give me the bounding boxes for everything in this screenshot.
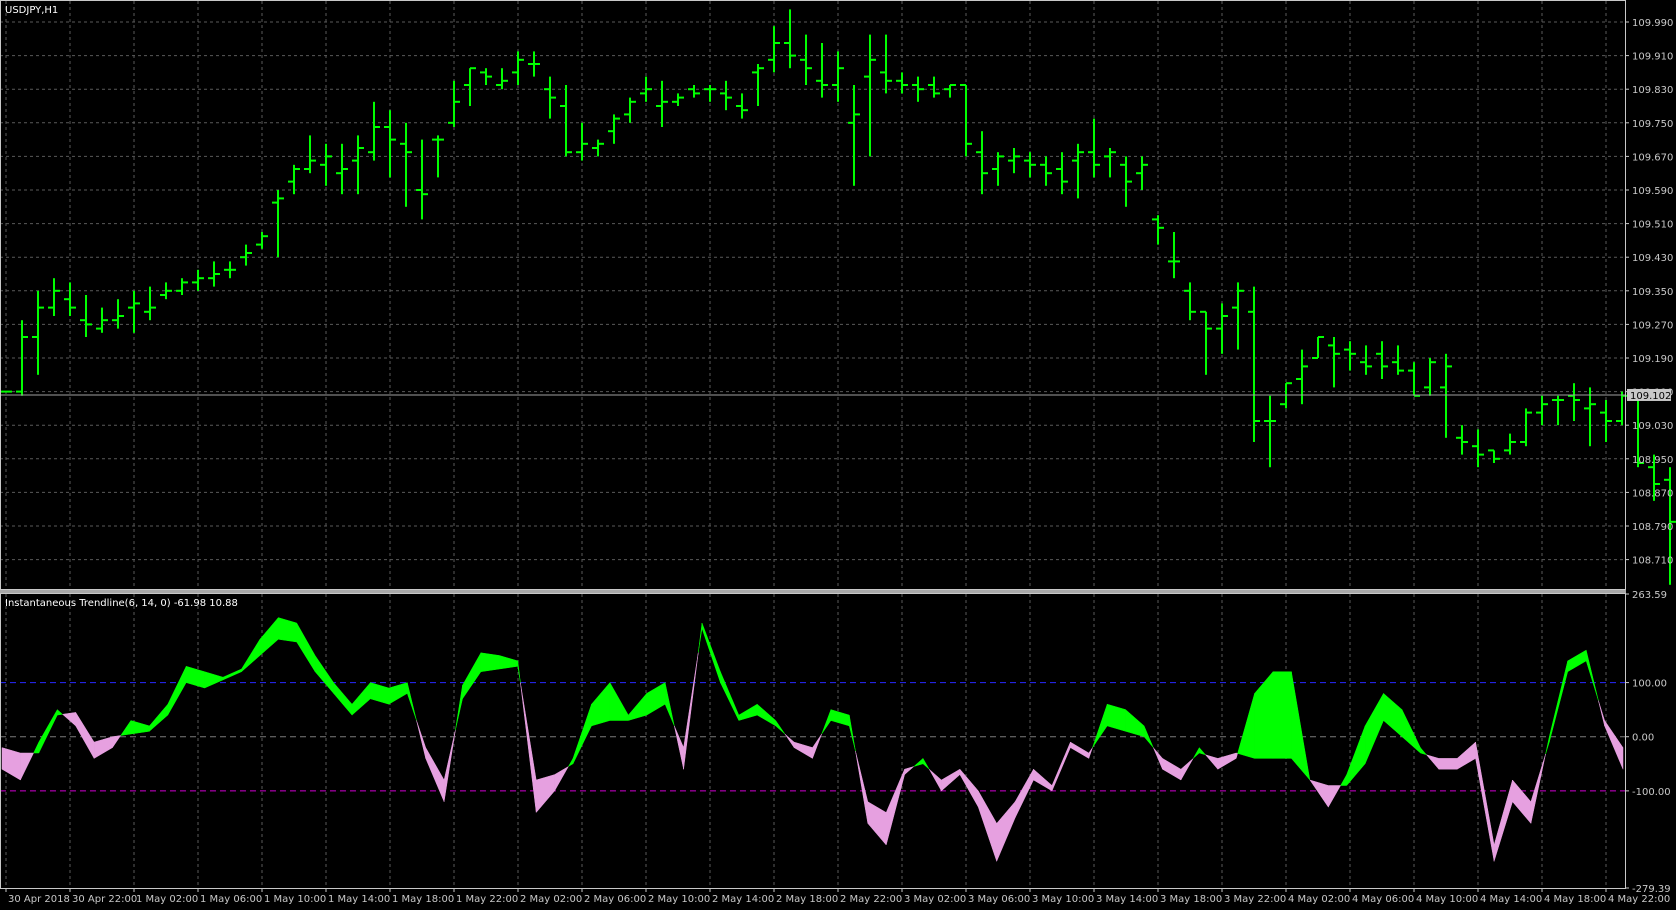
time-axis-label: 3 May 14:00 (1096, 894, 1158, 905)
time-axis-label: 2 May 14:00 (712, 894, 774, 905)
price-axis-label: 109.190 (1632, 354, 1673, 365)
time-axis-label: 4 May 18:00 (1544, 894, 1606, 905)
price-axis-label: 109.910 (1632, 52, 1673, 63)
time-axis-label: 3 May 10:00 (1032, 894, 1094, 905)
symbol-label: USDJPY,H1 (5, 5, 58, 16)
chart-background (0, 0, 1676, 910)
time-axis-label: 3 May 18:00 (1160, 894, 1222, 905)
price-axis-label: 109.990 (1632, 18, 1673, 29)
time-axis-label: 3 May 02:00 (904, 894, 966, 905)
price-axis-label: 109.430 (1632, 253, 1673, 264)
cloud-segment (1272, 671, 1292, 759)
time-axis-label: 2 May 02:00 (520, 894, 582, 905)
time-axis-label: 3 May 06:00 (968, 894, 1030, 905)
price-axis-label: 108.870 (1632, 488, 1673, 499)
time-axis-label: 3 May 22:00 (1224, 894, 1286, 905)
indicator-axis-label: -100.00 (1632, 787, 1671, 798)
time-axis-label: 4 May 06:00 (1352, 894, 1414, 905)
price-axis-label: 109.270 (1632, 320, 1673, 331)
time-axis-label: 4 May 22:00 (1608, 894, 1670, 905)
time-axis-label: 1 May 22:00 (456, 894, 518, 905)
time-axis-label: 2 May 06:00 (584, 894, 646, 905)
indicator-axis-label: 100.00 (1632, 679, 1667, 690)
current-price-tag-text: 109.102 (1630, 391, 1671, 402)
time-axis-label: 2 May 22:00 (840, 894, 902, 905)
price-axis-label: 108.950 (1632, 455, 1673, 466)
time-axis-label: 1 May 18:00 (392, 894, 454, 905)
price-axis-label: 108.790 (1632, 522, 1673, 533)
price-axis-label: 109.510 (1632, 220, 1673, 231)
price-axis-label: 109.750 (1632, 119, 1673, 130)
indicator-axis-label: 0.00 (1632, 733, 1654, 744)
price-axis-label: 108.710 (1632, 556, 1673, 567)
time-axis-label: 1 May 10:00 (264, 894, 326, 905)
indicator-label: Instantaneous Trendline(6, 14, 0) -61.98… (5, 598, 238, 609)
time-axis-label: 2 May 18:00 (776, 894, 838, 905)
time-axis-label: 1 May 06:00 (200, 894, 262, 905)
time-axis-label: 4 May 02:00 (1288, 894, 1350, 905)
time-axis-label: 1 May 14:00 (328, 894, 390, 905)
time-axis-label: 1 May 02:00 (136, 894, 198, 905)
price-axis-label: 109.590 (1632, 186, 1673, 197)
cloud-segment (1438, 758, 1458, 770)
time-axis-label: 4 May 10:00 (1416, 894, 1478, 905)
time-axis-label: 4 May 14:00 (1480, 894, 1542, 905)
current-price-tag: 109.102 (1627, 388, 1671, 402)
time-axis-label: 2 May 10:00 (648, 894, 710, 905)
time-axis-label: 30 Apr 22:00 (72, 894, 137, 905)
price-axis-label: 109.670 (1632, 152, 1673, 163)
time-axis-label: 30 Apr 2018 (8, 894, 70, 905)
price-axis-label: 109.030 (1632, 421, 1673, 432)
cloud-segment (480, 652, 500, 672)
terminal-chart-window[interactable]: 109.990 109.910 109.830 109.750 109.670 109.5… (0, 0, 1676, 910)
pane-separator[interactable] (0, 590, 1626, 593)
indicator-axis-label: 263.59 (1632, 590, 1667, 601)
price-axis-label: 109.830 (1632, 85, 1673, 96)
price-axis-label: 109.350 (1632, 287, 1673, 298)
